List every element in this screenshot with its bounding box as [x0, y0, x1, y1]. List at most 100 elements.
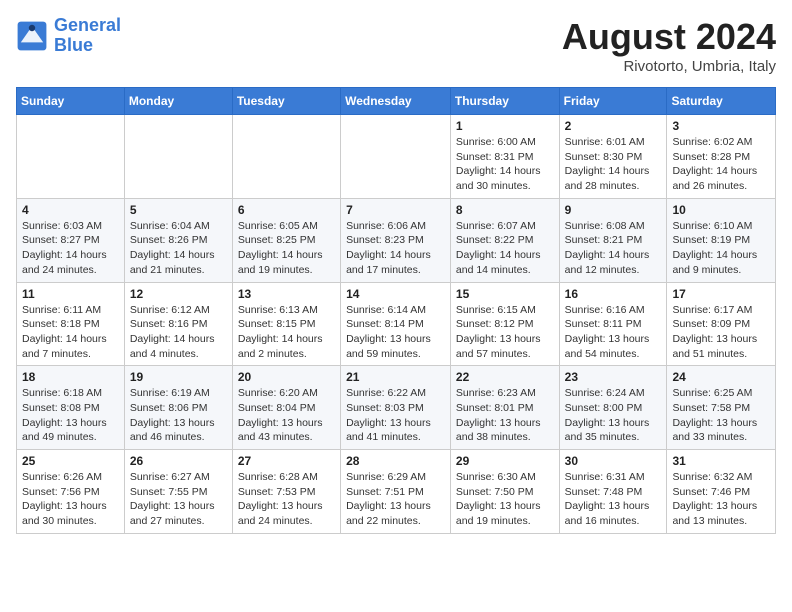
day-number: 26 — [130, 454, 227, 468]
day-number: 30 — [565, 454, 662, 468]
day-number: 29 — [456, 454, 554, 468]
calendar-cell: 26 Sunrise: 6:27 AMSunset: 7:55 PMDayligh… — [124, 450, 232, 534]
day-info: Sunrise: 6:20 AMSunset: 8:04 PMDaylight:… — [238, 386, 335, 445]
logo-general: General — [54, 15, 121, 35]
calendar-cell: 29 Sunrise: 6:30 AMSunset: 7:50 PMDayligh… — [450, 450, 559, 534]
column-header-monday: Monday — [124, 88, 232, 115]
column-header-friday: Friday — [559, 88, 667, 115]
day-number: 24 — [672, 370, 770, 384]
calendar-week-row: 1 Sunrise: 6:00 AMSunset: 8:31 PMDaylight… — [17, 115, 776, 199]
day-info: Sunrise: 6:23 AMSunset: 8:01 PMDaylight:… — [456, 386, 554, 445]
calendar-cell: 7Sunrise: 6:06 AMSunset: 8:23 PMDaylight… — [341, 198, 451, 282]
day-number: 17 — [672, 287, 770, 301]
calendar-cell: 21 Sunrise: 6:22 AMSunset: 8:03 PMDayligh… — [341, 366, 451, 450]
day-info: Sunrise: 6:17 AMSunset: 8:09 PMDaylight:… — [672, 303, 770, 362]
page-header: General Blue August 2024 Rivotorto, Umbr… — [16, 16, 776, 75]
calendar-cell — [124, 115, 232, 199]
column-header-thursday: Thursday — [450, 88, 559, 115]
calendar-cell: 28Sunrise: 6:29 AMSunset: 7:51 PMDayligh… — [341, 450, 451, 534]
day-info: Sunrise: 6:30 AMSunset: 7:50 PMDaylight:… — [456, 470, 554, 529]
day-info: Sunrise: 6:26 AMSunset: 7:56 PMDaylight:… — [22, 470, 119, 529]
day-info: Sunrise: 6:04 AMSunset: 8:26 PMDaylight:… — [130, 219, 227, 278]
calendar-week-row: 18 Sunrise: 6:18 AMSunset: 8:08 PMDayligh… — [17, 366, 776, 450]
calendar-cell: 30 Sunrise: 6:31 AMSunset: 7:48 PMDayligh… — [559, 450, 667, 534]
title-block: August 2024 Rivotorto, Umbria, Italy — [562, 16, 776, 75]
day-number: 6 — [238, 203, 335, 217]
day-number: 4 — [22, 203, 119, 217]
calendar-cell — [341, 115, 451, 199]
day-number: 8 — [456, 203, 554, 217]
logo-blue: Blue — [54, 35, 93, 55]
day-number: 5 — [130, 203, 227, 217]
day-info: Sunrise: 6:06 AMSunset: 8:23 PMDaylight:… — [346, 219, 445, 278]
day-number: 31 — [672, 454, 770, 468]
day-number: 20 — [238, 370, 335, 384]
day-info: Sunrise: 6:11 AMSunset: 8:18 PMDaylight:… — [22, 303, 119, 362]
month-year-title: August 2024 — [562, 16, 776, 58]
calendar-cell: 15Sunrise: 6:15 AMSunset: 8:12 PMDayligh… — [450, 282, 559, 366]
calendar-cell: 25Sunrise: 6:26 AMSunset: 7:56 PMDayligh… — [17, 450, 125, 534]
calendar-week-row: 4 Sunrise: 6:03 AMSunset: 8:27 PMDaylight… — [17, 198, 776, 282]
day-info: Sunrise: 6:02 AMSunset: 8:28 PMDaylight:… — [672, 135, 770, 194]
day-number: 15 — [456, 287, 554, 301]
day-info: Sunrise: 6:16 AMSunset: 8:11 PMDaylight:… — [565, 303, 662, 362]
calendar-cell: 24 Sunrise: 6:25 AMSunset: 7:58 PMDayligh… — [667, 366, 776, 450]
day-info: Sunrise: 6:25 AMSunset: 7:58 PMDaylight:… — [672, 386, 770, 445]
day-info: Sunrise: 6:27 AMSunset: 7:55 PMDaylight:… — [130, 470, 227, 529]
calendar-cell: 20 Sunrise: 6:20 AMSunset: 8:04 PMDayligh… — [232, 366, 340, 450]
calendar-cell: 27 Sunrise: 6:28 AMSunset: 7:53 PMDayligh… — [232, 450, 340, 534]
logo: General Blue — [16, 16, 121, 56]
day-info: Sunrise: 6:28 AMSunset: 7:53 PMDaylight:… — [238, 470, 335, 529]
calendar-cell: 31 Sunrise: 6:32 AMSunset: 7:46 PMDayligh… — [667, 450, 776, 534]
calendar-table: SundayMondayTuesdayWednesdayThursdayFrid… — [16, 87, 776, 534]
day-number: 2 — [565, 119, 662, 133]
day-info: Sunrise: 6:22 AMSunset: 8:03 PMDaylight:… — [346, 386, 445, 445]
calendar-cell: 4 Sunrise: 6:03 AMSunset: 8:27 PMDaylight… — [17, 198, 125, 282]
day-number: 18 — [22, 370, 119, 384]
day-number: 9 — [565, 203, 662, 217]
day-info: Sunrise: 6:24 AMSunset: 8:00 PMDaylight:… — [565, 386, 662, 445]
day-number: 19 — [130, 370, 227, 384]
day-info: Sunrise: 6:07 AMSunset: 8:22 PMDaylight:… — [456, 219, 554, 278]
calendar-cell: 12Sunrise: 6:12 AMSunset: 8:16 PMDayligh… — [124, 282, 232, 366]
calendar-week-row: 11 Sunrise: 6:11 AMSunset: 8:18 PMDayligh… — [17, 282, 776, 366]
day-number: 3 — [672, 119, 770, 133]
calendar-cell: 6 Sunrise: 6:05 AMSunset: 8:25 PMDaylight… — [232, 198, 340, 282]
calendar-cell — [17, 115, 125, 199]
calendar-cell: 16 Sunrise: 6:16 AMSunset: 8:11 PMDayligh… — [559, 282, 667, 366]
day-number: 11 — [22, 287, 119, 301]
day-number: 1 — [456, 119, 554, 133]
day-number: 23 — [565, 370, 662, 384]
day-info: Sunrise: 6:29 AMSunset: 7:51 PMDaylight:… — [346, 470, 445, 529]
calendar-header-row: SundayMondayTuesdayWednesdayThursdayFrid… — [17, 88, 776, 115]
calendar-cell: 22 Sunrise: 6:23 AMSunset: 8:01 PMDayligh… — [450, 366, 559, 450]
day-number: 22 — [456, 370, 554, 384]
calendar-cell: 5 Sunrise: 6:04 AMSunset: 8:26 PMDaylight… — [124, 198, 232, 282]
column-header-saturday: Saturday — [667, 88, 776, 115]
day-info: Sunrise: 6:05 AMSunset: 8:25 PMDaylight:… — [238, 219, 335, 278]
day-number: 12 — [130, 287, 227, 301]
day-info: Sunrise: 6:18 AMSunset: 8:08 PMDaylight:… — [22, 386, 119, 445]
day-info: Sunrise: 6:03 AMSunset: 8:27 PMDaylight:… — [22, 219, 119, 278]
calendar-cell: 11 Sunrise: 6:11 AMSunset: 8:18 PMDayligh… — [17, 282, 125, 366]
column-header-wednesday: Wednesday — [341, 88, 451, 115]
calendar-cell: 3 Sunrise: 6:02 AMSunset: 8:28 PMDaylight… — [667, 115, 776, 199]
calendar-cell: 9 Sunrise: 6:08 AMSunset: 8:21 PMDaylight… — [559, 198, 667, 282]
day-info: Sunrise: 6:08 AMSunset: 8:21 PMDaylight:… — [565, 219, 662, 278]
day-info: Sunrise: 6:00 AMSunset: 8:31 PMDaylight:… — [456, 135, 554, 194]
calendar-cell: 14Sunrise: 6:14 AMSunset: 8:14 PMDayligh… — [341, 282, 451, 366]
day-info: Sunrise: 6:31 AMSunset: 7:48 PMDaylight:… — [565, 470, 662, 529]
day-info: Sunrise: 6:01 AMSunset: 8:30 PMDaylight:… — [565, 135, 662, 194]
day-info: Sunrise: 6:32 AMSunset: 7:46 PMDaylight:… — [672, 470, 770, 529]
day-number: 16 — [565, 287, 662, 301]
calendar-cell: 23 Sunrise: 6:24 AMSunset: 8:00 PMDayligh… — [559, 366, 667, 450]
day-number: 21 — [346, 370, 445, 384]
calendar-cell: 19 Sunrise: 6:19 AMSunset: 8:06 PMDayligh… — [124, 366, 232, 450]
logo-text: General Blue — [54, 16, 121, 56]
calendar-week-row: 25Sunrise: 6:26 AMSunset: 7:56 PMDayligh… — [17, 450, 776, 534]
day-number: 27 — [238, 454, 335, 468]
column-header-tuesday: Tuesday — [232, 88, 340, 115]
calendar-cell: 8 Sunrise: 6:07 AMSunset: 8:22 PMDaylight… — [450, 198, 559, 282]
day-info: Sunrise: 6:19 AMSunset: 8:06 PMDaylight:… — [130, 386, 227, 445]
calendar-cell: 13Sunrise: 6:13 AMSunset: 8:15 PMDayligh… — [232, 282, 340, 366]
